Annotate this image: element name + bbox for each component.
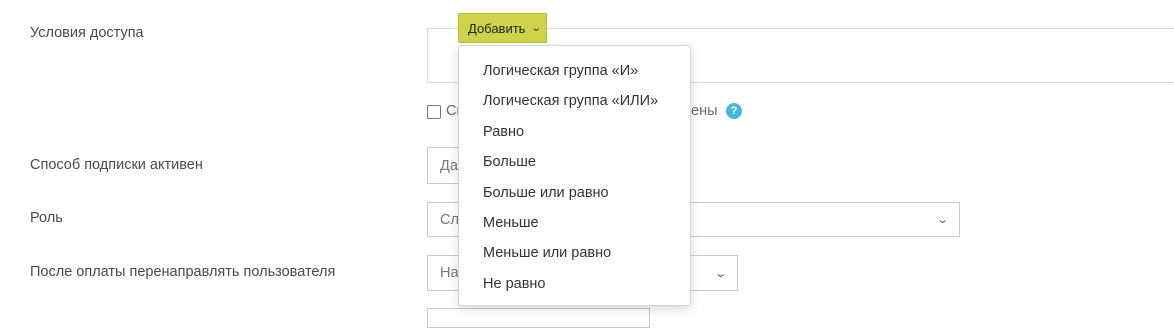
add-button-label: Добавить [468, 20, 526, 36]
add-condition-button[interactable]: Добавить ⌄ [458, 13, 547, 43]
menu-item-and-group[interactable]: Логическая группа «И» [459, 56, 690, 86]
chevron-down-icon: ⌄ [531, 22, 543, 34]
next-field[interactable] [427, 308, 650, 328]
role-value: Сл [440, 211, 459, 228]
menu-item-less-or-equal[interactable]: Меньше или равно [459, 238, 690, 268]
role-label: Роль [30, 210, 63, 226]
checkbox-label-end: ены [691, 103, 718, 119]
menu-item-greater[interactable]: Больше [459, 147, 690, 177]
subscription-active-label: Способ подписки активен [30, 157, 203, 173]
redirect-value: На [440, 265, 459, 281]
menu-item-equal[interactable]: Равно [459, 117, 690, 147]
conditions-checkbox[interactable] [427, 105, 441, 119]
menu-item-less[interactable]: Меньше [459, 208, 690, 238]
chevron-down-icon: ⌄ [713, 267, 727, 280]
subscription-active-value: Да [440, 157, 458, 174]
question-icon[interactable]: ? [726, 103, 742, 119]
menu-item-greater-or-equal[interactable]: Больше или равно [459, 178, 690, 208]
chevron-down-icon: ⌄ [935, 214, 949, 226]
menu-item-not-equal[interactable]: Не равно [459, 269, 690, 299]
redirect-label: После оплаты перенаправлять пользователя [30, 264, 336, 280]
menu-item-or-group[interactable]: Логическая группа «ИЛИ» [459, 86, 690, 116]
add-condition-menu: Логическая группа «И» Логическая группа … [458, 45, 691, 306]
access-conditions-label: Условия доступа [30, 25, 144, 41]
